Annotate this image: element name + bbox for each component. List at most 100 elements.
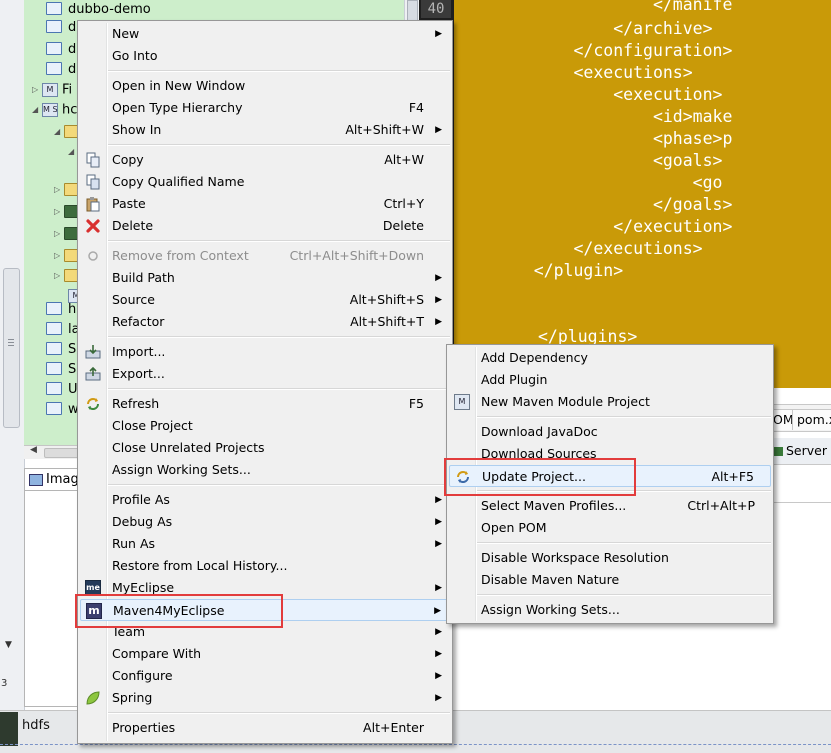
menu-item-close-unrelated-projects[interactable]: Close Unrelated Projects bbox=[80, 437, 450, 459]
expand-arrow-icon[interactable]: ▷ bbox=[54, 246, 64, 266]
code-line: </executions> bbox=[494, 239, 703, 258]
menu-separator bbox=[108, 240, 450, 242]
menu-item-copy[interactable]: Copy Alt+W bbox=[80, 149, 450, 171]
tree-item[interactable]: U bbox=[46, 380, 78, 400]
menu-item-delete[interactable]: Delete Delete bbox=[80, 215, 450, 237]
maven4myeclipse-highlight bbox=[75, 594, 283, 628]
expand-arrow-icon[interactable]: ▷ bbox=[54, 180, 64, 200]
status-icon bbox=[0, 712, 18, 746]
submenu-arrow-icon: ▶ bbox=[435, 539, 442, 549]
tree-item-label: dubbo-demo bbox=[68, 2, 151, 17]
submenu-arrow-icon: ▶ bbox=[435, 517, 442, 527]
tree-item[interactable]: w bbox=[46, 400, 79, 420]
menu-item-restore-from-local-history[interactable]: Restore from Local History... bbox=[80, 555, 450, 577]
collapse-arrow-icon[interactable]: ◢ bbox=[54, 122, 64, 142]
menu-item-refactor[interactable]: Refactor Alt+Shift+T ▶ bbox=[80, 311, 450, 333]
tree-item[interactable]: ▷ M Fi bbox=[32, 80, 72, 100]
menu-item-paste[interactable]: Paste Ctrl+Y bbox=[80, 193, 450, 215]
tree-item[interactable]: dubbo-demo bbox=[46, 0, 151, 20]
menu-item-build-path[interactable]: Build Path ▶ bbox=[80, 267, 450, 289]
menu-item-refresh[interactable]: Refresh F5 bbox=[80, 393, 450, 415]
menu-item-configure[interactable]: Configure ▶ bbox=[80, 665, 450, 687]
folder-icon bbox=[46, 342, 62, 355]
menu-item-add-plugin[interactable]: Add Plugin bbox=[449, 369, 771, 391]
folder-icon bbox=[46, 382, 62, 395]
collapse-arrow-icon[interactable]: ◢ bbox=[32, 100, 42, 120]
code-editor[interactable]: </manife </archive> </configuration> <ex… bbox=[454, 0, 831, 388]
chevron-down-icon[interactable]: ▼ bbox=[5, 640, 12, 650]
menu-item-source[interactable]: Source Alt+Shift+S ▶ bbox=[80, 289, 450, 311]
tree-item[interactable]: d bbox=[46, 40, 76, 60]
update-project-highlight bbox=[444, 458, 636, 496]
image-icon bbox=[29, 473, 43, 486]
menu-item-debug-as[interactable]: Debug As ▶ bbox=[80, 511, 450, 533]
menu-separator bbox=[108, 144, 450, 146]
tree-item-label: d bbox=[68, 42, 77, 57]
expand-arrow-icon[interactable]: ▷ bbox=[32, 80, 42, 100]
menu-item-close-project[interactable]: Close Project bbox=[80, 415, 450, 437]
menu-item-new-maven-module-project[interactable]: M New Maven Module Project bbox=[449, 391, 771, 413]
menu-item-export[interactable]: Export... bbox=[80, 363, 450, 385]
expand-arrow-icon[interactable]: ▷ bbox=[54, 266, 64, 286]
menu-item-copy-qualified-name[interactable]: Copy Qualified Name bbox=[80, 171, 450, 193]
submenu-arrow-icon: ▶ bbox=[435, 649, 442, 659]
tree-item-selected[interactable]: ◢ M S hc bbox=[32, 100, 77, 120]
menu-separator bbox=[477, 542, 771, 544]
image-panel bbox=[24, 490, 80, 707]
menu-item-run-as[interactable]: Run As ▶ bbox=[80, 533, 450, 555]
submenu-arrow-icon: ▶ bbox=[434, 606, 441, 616]
menu-item-disable-workspace-resolution[interactable]: Disable Workspace Resolution bbox=[449, 547, 771, 569]
menu-item-download-javadoc[interactable]: Download JavaDoc bbox=[449, 421, 771, 443]
menu-item-open-pom[interactable]: Open POM bbox=[449, 517, 771, 539]
menu-item-assign-working-sets-submenu[interactable]: Assign Working Sets... bbox=[449, 599, 771, 621]
folder-icon bbox=[46, 2, 62, 15]
menu-item-import[interactable]: Import... bbox=[80, 341, 450, 363]
submenu-arrow-icon: ▶ bbox=[435, 671, 442, 681]
menu-item-go-into[interactable]: Go Into bbox=[80, 45, 450, 67]
submenu-arrow-icon: ▶ bbox=[435, 125, 442, 135]
expand-arrow-icon[interactable]: ▷ bbox=[54, 224, 64, 244]
code-line: </execution> bbox=[494, 217, 733, 236]
submenu-arrow-icon: ▶ bbox=[435, 29, 442, 39]
expand-arrow-icon[interactable]: ▷ bbox=[54, 202, 64, 222]
submenu-arrow-icon: ▶ bbox=[435, 693, 442, 703]
status-divider bbox=[0, 744, 831, 747]
code-line: <executions> bbox=[494, 63, 693, 82]
tree-item-label: d bbox=[68, 62, 77, 77]
tab-servers[interactable]: Server bbox=[774, 441, 827, 461]
copy-icon bbox=[85, 152, 101, 168]
tree-item[interactable]: la bbox=[46, 320, 80, 340]
copy-qualified-name-icon bbox=[85, 174, 101, 190]
tab-pom-xml[interactable]: pom.x bbox=[792, 409, 831, 430]
menu-item-new[interactable]: New ▶ bbox=[80, 23, 450, 45]
menu-item-properties[interactable]: Properties Alt+Enter bbox=[80, 717, 450, 739]
menu-item-add-dependency[interactable]: Add Dependency bbox=[449, 347, 771, 369]
menu-item-spring[interactable]: Spring ▶ bbox=[80, 687, 450, 709]
menu-separator bbox=[108, 70, 450, 72]
menu-item-open-in-new-window[interactable]: Open in New Window bbox=[80, 75, 450, 97]
submenu-arrow-icon: ▶ bbox=[435, 627, 442, 637]
menu-item-profile-as[interactable]: Profile As ▶ bbox=[80, 489, 450, 511]
tree-item[interactable]: d bbox=[46, 18, 76, 38]
menu-item-remove-from-context: Remove from Context Ctrl+Alt+Shift+Down bbox=[80, 245, 450, 267]
menu-item-select-maven-profiles[interactable]: Select Maven Profiles... Ctrl+Alt+P bbox=[449, 495, 771, 517]
tree-item[interactable]: d bbox=[46, 60, 76, 80]
code-line: <execution> bbox=[494, 85, 723, 104]
code-line: <id>make bbox=[494, 107, 733, 126]
menu-item-disable-maven-nature[interactable]: Disable Maven Nature bbox=[449, 569, 771, 591]
menu-item-open-type-hierarchy[interactable]: Open Type Hierarchy F4 bbox=[80, 97, 450, 119]
code-line: </manife bbox=[494, 0, 733, 14]
maven-module-icon: M bbox=[454, 394, 470, 410]
tab-image[interactable]: Image bbox=[24, 468, 82, 491]
menu-item-compare-with[interactable]: Compare With ▶ bbox=[80, 643, 450, 665]
code-line: <phase>p bbox=[494, 129, 733, 148]
chevron-left-icon[interactable]: ◀ bbox=[30, 445, 37, 455]
left-scrollbar[interactable] bbox=[3, 268, 20, 428]
line-number: 40 bbox=[421, 0, 451, 18]
folder-icon bbox=[46, 62, 62, 75]
menu-item-show-in[interactable]: Show In Alt+Shift+W ▶ bbox=[80, 119, 450, 141]
tree-item[interactable]: h bbox=[46, 300, 76, 320]
status-label: hdfs bbox=[22, 718, 50, 733]
menu-item-assign-working-sets[interactable]: Assign Working Sets... bbox=[80, 459, 450, 481]
submenu-arrow-icon: ▶ bbox=[435, 317, 442, 327]
